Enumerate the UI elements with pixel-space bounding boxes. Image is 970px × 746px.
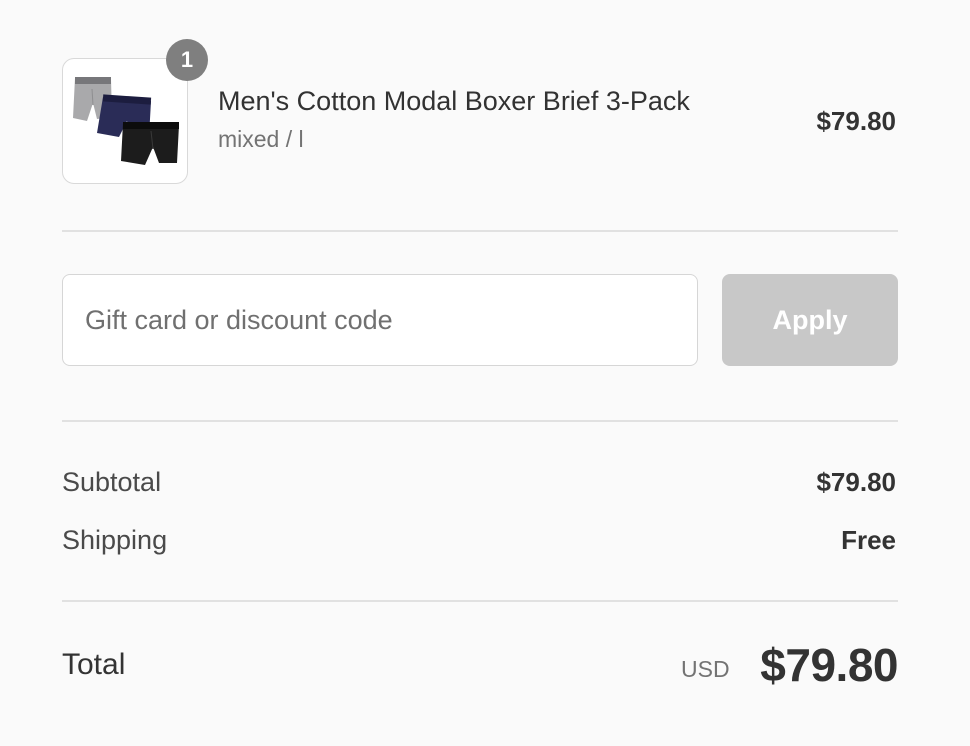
boxer-briefs-image <box>73 77 179 165</box>
total-label: Total <box>62 648 126 681</box>
subtotal-label: Subtotal <box>62 467 162 497</box>
total-amount: $79.80 <box>760 639 898 691</box>
product-variant: mixed / l <box>218 126 304 152</box>
product-price: $79.80 <box>816 106 896 136</box>
apply-button[interactable]: Apply <box>722 274 898 366</box>
black-brief <box>121 122 179 165</box>
currency-code: USD <box>681 656 730 682</box>
quantity-badge: 1 <box>166 39 208 81</box>
line-item: 1 Men's Cotton Modal Boxer Brief 3-Pack … <box>0 0 970 200</box>
product-thumbnail <box>62 58 188 184</box>
divider <box>62 230 898 232</box>
shipping-value: Free <box>841 525 896 555</box>
subtotal-value: $79.80 <box>816 467 896 497</box>
divider <box>62 420 898 422</box>
order-summary: 1 Men's Cotton Modal Boxer Brief 3-Pack … <box>0 0 970 746</box>
discount-code-input[interactable] <box>62 274 698 366</box>
divider <box>62 600 898 602</box>
product-title: Men's Cotton Modal Boxer Brief 3-Pack <box>218 86 690 116</box>
shipping-label: Shipping <box>62 525 168 555</box>
